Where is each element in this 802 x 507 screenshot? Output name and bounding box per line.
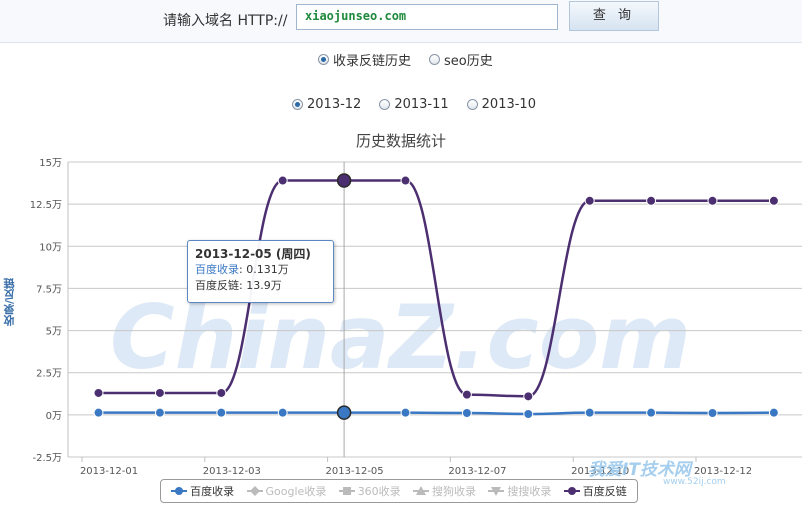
y-tick-label: 0万 [46, 411, 62, 422]
x-tick-label: 2013-12-03 [203, 466, 261, 477]
data-point [461, 389, 472, 400]
history-line-chart: ChinaZ.com -2.5万0万2.5万5万7.5万10万12.5万15万2… [30, 158, 802, 477]
legend-item[interactable]: 360收录 [338, 483, 401, 499]
legend-label: Google收录 [265, 485, 327, 498]
radio-unchecked-icon [466, 99, 478, 110]
data-point [216, 387, 227, 398]
data-point [216, 407, 227, 418]
domain-input[interactable]: xiaojunseo.com [296, 4, 558, 30]
legend-label: 搜搜收录 [507, 485, 552, 498]
domain-label: 请输入域名 HTTP:// [163, 13, 288, 29]
y-axis-label: 收录/反链 [3, 278, 16, 327]
legend-item[interactable]: 百度反链 [563, 483, 627, 499]
data-point [154, 407, 165, 418]
site-watermark-url: www.52ij.com [663, 477, 726, 487]
data-point [707, 408, 718, 419]
triangle-icon [413, 486, 430, 495]
legend-item[interactable]: Google收录 [246, 483, 327, 499]
radio-label: seo历史 [444, 54, 493, 69]
radio-seo-history[interactable]: seo历史 [429, 50, 493, 69]
data-point [93, 387, 104, 398]
chart-title: 历史数据统计 [355, 132, 446, 150]
x-tick-label: 2013-12-01 [80, 466, 138, 477]
data-point [93, 407, 104, 418]
y-tick-label: 15万 [39, 158, 62, 169]
data-point [707, 195, 718, 206]
x-tick-label: 2013-12-07 [448, 466, 506, 477]
legend-label: 搜狗收录 [432, 485, 477, 498]
data-point [400, 175, 411, 186]
tooltip-line-index: 百度收录: 0.131万 [195, 262, 326, 278]
radio-unchecked-icon [379, 99, 391, 110]
tooltip-line-backlinks: 百度反链: 13.9万 [195, 279, 282, 292]
legend-label: 360收录 [357, 485, 401, 498]
search-bar: 请输入域名 HTTP:// xiaojunseo.com 查 询 [0, 0, 802, 43]
radio-label: 2013-11 [394, 97, 449, 112]
series-line [98, 411, 774, 416]
data-point [768, 407, 779, 418]
data-point [154, 387, 165, 398]
data-point [584, 407, 595, 418]
tooltip-series-name: 百度收录 [195, 263, 239, 276]
tooltip-date: 2013-12-05 (周四) [195, 247, 311, 261]
data-point [646, 407, 657, 418]
diamond-icon [246, 486, 263, 496]
month-radios: 2013-12 2013-11 2013-10 [292, 97, 536, 112]
radio-month-2013-12[interactable]: 2013-12 [292, 97, 361, 112]
data-point [400, 407, 411, 418]
square-icon [338, 487, 355, 495]
data-point [277, 407, 288, 418]
circle-icon [563, 487, 580, 495]
data-point [768, 195, 779, 206]
data-point [277, 175, 288, 186]
data-point [336, 173, 352, 188]
legend-item[interactable]: 搜狗收录 [413, 483, 476, 499]
y-tick-label: 10万 [39, 242, 62, 253]
legend-item[interactable]: 百度收录 [171, 483, 234, 499]
y-tick-label: 12.5万 [30, 200, 62, 211]
data-point [461, 408, 472, 419]
chart-tooltip: 2013-12-05 (周四) 百度收录: 0.131万 百度反链: 13.9万 [187, 240, 334, 303]
radio-history-backlinks[interactable]: 收录反链历史 [318, 50, 411, 69]
y-tick-label: 5万 [46, 327, 62, 338]
data-point [336, 405, 352, 420]
data-point [646, 195, 657, 206]
triangle-down-icon [488, 487, 505, 496]
legend-item[interactable]: 搜搜收录 [488, 483, 551, 499]
radio-label: 2013-10 [481, 97, 536, 112]
radio-checked-icon [292, 99, 303, 110]
y-tick-label: 7.5万 [36, 284, 62, 295]
circle-icon [171, 487, 188, 495]
legend-label: 百度反链 [582, 485, 627, 498]
x-tick-label: 2013-12-12 [694, 466, 752, 477]
radio-label: 2013-12 [307, 97, 362, 112]
y-tick-label: -2.5万 [32, 453, 62, 464]
x-tick-label: 2013-12-05 [326, 466, 384, 477]
query-button[interactable]: 查 询 [569, 1, 659, 31]
data-point [523, 391, 534, 402]
radio-month-2013-11[interactable]: 2013-11 [379, 97, 449, 112]
history-type-radios: 收录反链历史 seo历史 [318, 50, 493, 69]
data-point [584, 195, 595, 206]
data-point [523, 409, 534, 420]
radio-unchecked-icon [429, 54, 441, 65]
legend-label: 百度收录 [190, 485, 235, 498]
tooltip-series-value: : 0.131万 [239, 263, 289, 276]
y-tick-label: 2.5万 [36, 369, 62, 380]
radio-month-2013-10[interactable]: 2013-10 [466, 97, 536, 112]
radio-checked-icon [318, 54, 329, 65]
radio-label: 收录反链历史 [333, 54, 412, 69]
chart-legend: 百度收录 Google收录 360收录 搜狗收录 搜搜收录 百度反链 [160, 479, 638, 503]
